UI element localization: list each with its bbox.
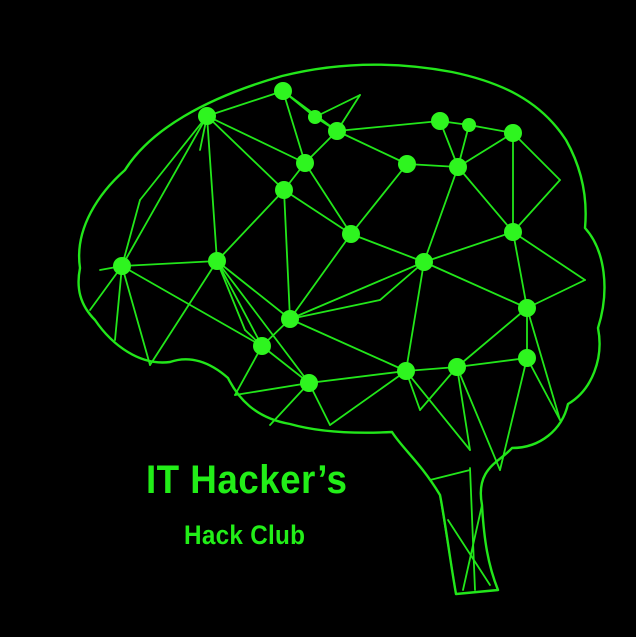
brain-connection-line (512, 132, 561, 181)
brain-node (397, 362, 415, 380)
brain-connection-line (456, 357, 528, 368)
brain-connection-line (234, 382, 310, 396)
brain-node (449, 158, 467, 176)
brain-node (518, 349, 536, 367)
brain-connection-line (336, 130, 408, 165)
brain-node (281, 310, 299, 328)
club-title: IT Hacker’s (146, 458, 348, 502)
brain-connection-line (206, 115, 218, 262)
brain-connection-lines (89, 90, 586, 595)
brain-connection-line (114, 265, 123, 341)
brain-node (342, 225, 360, 243)
brain-connection-line (149, 260, 218, 366)
brain-node (328, 122, 346, 140)
brain-connection-line (283, 189, 352, 235)
brain-node (431, 112, 449, 130)
brain-node (308, 110, 322, 124)
brain-network-icon (77, 63, 606, 596)
brain-stem-line (429, 469, 471, 481)
brain-connection-line (289, 318, 407, 372)
brain-connection-line (282, 90, 306, 164)
brain-node (462, 118, 476, 132)
brain-node (415, 253, 433, 271)
brain-connection-line (526, 279, 586, 309)
brain-connection-line (206, 115, 285, 191)
brain-nodes (113, 82, 536, 392)
brain-connection-line (121, 115, 208, 267)
brain-node (296, 154, 314, 172)
brain-connection-line (456, 307, 528, 368)
brain-connection-line (139, 115, 208, 201)
brain-outline (77, 63, 606, 596)
brain-node (253, 337, 271, 355)
brain-node (300, 374, 318, 392)
brain-node (504, 124, 522, 142)
brain-stem-line (469, 467, 476, 591)
brain-connection-line (121, 199, 141, 267)
brain-node (275, 181, 293, 199)
brain-node (274, 82, 292, 100)
brain-connection-line (526, 357, 561, 421)
brain-connection-line (512, 231, 586, 281)
brain-connection-line (512, 179, 561, 233)
brain-connection-line (350, 233, 425, 263)
brain-node (518, 299, 536, 317)
brain-connection-line (512, 231, 528, 309)
brain-connection-line (405, 370, 471, 451)
brain-connection-line (457, 166, 514, 233)
brain-node (504, 223, 522, 241)
brain-connection-line (206, 115, 306, 164)
brain-stem-line (439, 494, 457, 595)
brain-connection-line (283, 189, 291, 320)
brain-connection-line (216, 189, 285, 262)
brain-node (398, 155, 416, 173)
brain-connection-line (456, 366, 501, 471)
club-subtitle: Hack Club (184, 520, 306, 550)
brain-connection-line (499, 357, 528, 471)
brain-connection-line (289, 299, 381, 320)
brain-connection-line (121, 260, 218, 267)
brain-connection-line (350, 163, 408, 235)
brain-node (448, 358, 466, 376)
brain-connection-line (423, 166, 459, 263)
brain-connection-line (206, 90, 284, 117)
brain-node (198, 107, 216, 125)
brain-connection-line (405, 261, 425, 372)
brain-connection-line (423, 231, 514, 263)
brain-node (208, 252, 226, 270)
brain-connection-line (336, 120, 441, 132)
brain-connection-line (423, 261, 528, 309)
brain-connection-line (304, 162, 352, 235)
brain-node (113, 257, 131, 275)
